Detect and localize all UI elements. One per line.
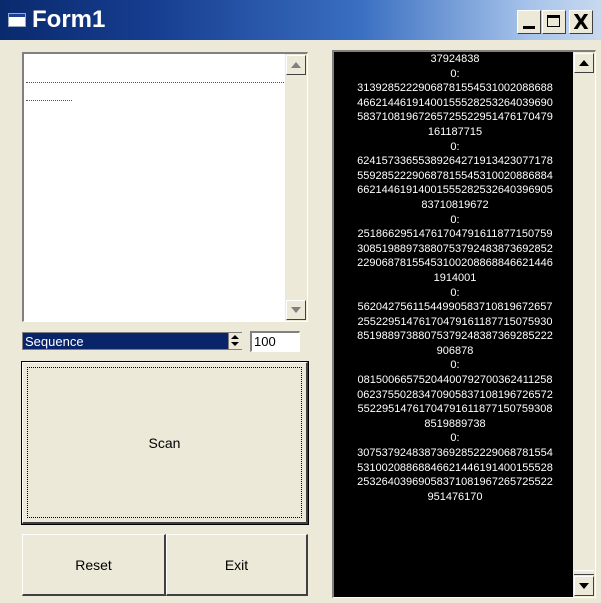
- window-title: Form1: [32, 6, 106, 33]
- input-scroll-up-button[interactable]: [286, 55, 306, 75]
- input-textbox[interactable]: [22, 52, 308, 322]
- minimize-button[interactable]: [517, 10, 541, 34]
- count-input[interactable]: 100: [250, 331, 300, 352]
- spin-buttons[interactable]: [228, 333, 242, 349]
- reset-button-label: Reset: [75, 557, 112, 573]
- maximize-button[interactable]: [542, 10, 566, 34]
- arrow-down-icon: [579, 583, 589, 589]
- output-textbox[interactable]: 37924838 0: 3139285222906878155453100208…: [332, 50, 596, 598]
- output-scroll-up-button[interactable]: [574, 53, 594, 73]
- output-text: 37924838 0: 3139285222906878155453100208…: [357, 53, 553, 503]
- dotted-line: [26, 82, 284, 83]
- spin-up-icon[interactable]: [231, 335, 239, 339]
- close-icon: X: [573, 10, 589, 34]
- maximize-icon: [547, 15, 560, 27]
- scan-button[interactable]: Scan: [21, 361, 309, 525]
- output-scroll-thumb[interactable]: [574, 570, 594, 575]
- arrow-down-icon: [291, 307, 301, 313]
- close-button[interactable]: X: [569, 10, 593, 34]
- sequence-label: Sequence: [25, 334, 84, 349]
- input-scrollbar[interactable]: [285, 54, 307, 321]
- reset-button[interactable]: Reset: [22, 534, 166, 596]
- exit-button[interactable]: Exit: [166, 534, 308, 596]
- exit-button-label: Exit: [224, 557, 249, 573]
- focus-rectangle: [27, 367, 302, 518]
- output-scrollbar[interactable]: [573, 52, 595, 597]
- spin-down-icon[interactable]: [231, 342, 239, 346]
- form1-window: Form1 X Sequence 100 Scan Reset Exit 379…: [0, 0, 601, 603]
- sequence-spinner[interactable]: Sequence: [22, 332, 242, 350]
- output-scroll-down-button[interactable]: [574, 576, 594, 596]
- minimize-icon: [523, 26, 535, 29]
- window-icon[interactable]: [8, 13, 26, 27]
- title-bar[interactable]: Form1 X: [0, 0, 601, 40]
- input-scroll-down-button[interactable]: [286, 300, 306, 320]
- dotted-line: [26, 100, 72, 101]
- arrow-up-icon: [291, 62, 301, 68]
- arrow-up-icon: [579, 60, 589, 66]
